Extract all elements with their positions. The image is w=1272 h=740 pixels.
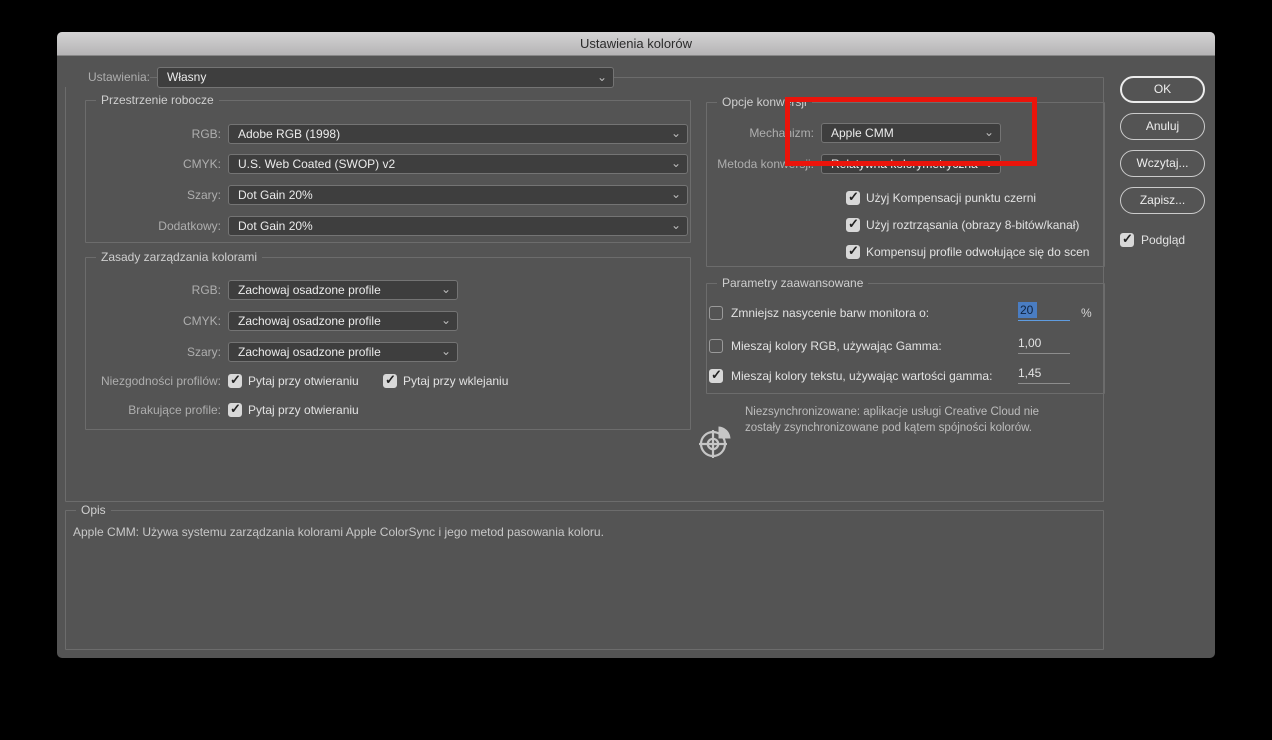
- blend-rgb-gamma-checkbox[interactable]: [709, 339, 723, 353]
- rgb-label: RGB:: [86, 124, 221, 144]
- working-gray-value: Dot Gain 20%: [238, 186, 313, 204]
- missing-ask-opening-label: Pytaj przy otwieraniu: [248, 403, 359, 418]
- policies-group: Zasady zarządzania kolorami RGB: Zachowa…: [85, 257, 691, 430]
- cmyk-label: CMYK:: [86, 154, 221, 174]
- missing-profiles-label: Brakujące profile:: [86, 403, 221, 418]
- black-point-compensation-checkbox[interactable]: ✓: [846, 191, 860, 205]
- working-spot-select[interactable]: Dot Gain 20% ⌄: [228, 216, 688, 236]
- percent-suffix: %: [1081, 306, 1092, 321]
- titlebar[interactable]: Ustawienia kolorów: [57, 32, 1215, 56]
- chevron-down-icon: ⌄: [441, 343, 451, 359]
- chevron-down-icon: ⌄: [441, 312, 451, 328]
- annotation-highlight-rectangle: [785, 97, 1037, 166]
- scene-referred-profiles-checkbox[interactable]: ✓: [846, 245, 860, 259]
- blend-text-gamma-checkbox[interactable]: ✓: [709, 369, 723, 383]
- sync-warning-line1: Niezsynchronizowane: aplikacje usługi Cr…: [745, 405, 1039, 421]
- advanced-legend: Parametry zaawansowane: [717, 276, 868, 291]
- policy-gray-value: Zachowaj osadzone profile: [238, 343, 381, 361]
- policy-cmyk-select[interactable]: Zachowaj osadzone profile ⌄: [228, 311, 458, 331]
- colorsync-icon: [698, 423, 736, 459]
- chevron-down-icon: ⌄: [441, 281, 451, 297]
- chevron-down-icon: ⌄: [671, 155, 681, 171]
- ask-when-opening-label: Pytaj przy otwieraniu: [248, 374, 359, 389]
- check-icon: ✓: [711, 367, 722, 383]
- dialog-title: Ustawienia kolorów: [580, 36, 692, 51]
- chevron-down-icon: ⌄: [597, 68, 607, 87]
- working-spaces-legend: Przestrzenie robocze: [96, 93, 219, 108]
- chevron-down-icon: ⌄: [671, 125, 681, 141]
- description-group: Opis Apple CMM: Używa systemu zarządzani…: [65, 510, 1104, 650]
- working-rgb-select[interactable]: Adobe RGB (1998) ⌄: [228, 124, 688, 144]
- check-icon: ✓: [385, 372, 396, 388]
- preview-checkbox[interactable]: ✓: [1120, 233, 1134, 247]
- load-button[interactable]: Wczytaj...: [1120, 150, 1205, 177]
- working-cmyk-value: U.S. Web Coated (SWOP) v2: [238, 155, 395, 173]
- policy-cmyk-label: CMYK:: [86, 311, 221, 331]
- desaturate-monitor-checkbox[interactable]: [709, 306, 723, 320]
- color-settings-dialog: Ustawienia kolorów Ustawienia: Własny ⌄ …: [57, 32, 1215, 658]
- cancel-button[interactable]: Anuluj: [1120, 113, 1205, 140]
- working-gray-select[interactable]: Dot Gain 20% ⌄: [228, 185, 688, 205]
- missing-ask-opening-checkbox[interactable]: ✓: [228, 403, 242, 417]
- settings-preset-value: Własny: [167, 68, 206, 87]
- save-button-label: Zapisz...: [1140, 193, 1185, 207]
- desaturate-amount-input[interactable]: 20: [1018, 303, 1070, 321]
- working-rgb-value: Adobe RGB (1998): [238, 125, 340, 143]
- ok-button-label: OK: [1154, 82, 1171, 96]
- gray-label: Szary:: [86, 185, 221, 205]
- chevron-down-icon: ⌄: [671, 217, 681, 233]
- use-dither-checkbox[interactable]: ✓: [846, 218, 860, 232]
- advanced-group: Parametry zaawansowane Zmniejsz nasyceni…: [706, 283, 1105, 394]
- check-icon: ✓: [848, 189, 859, 205]
- policy-gray-label: Szary:: [86, 342, 221, 362]
- policy-rgb-label: RGB:: [86, 280, 221, 300]
- cancel-button-label: Anuluj: [1146, 119, 1179, 133]
- ask-when-pasting-checkbox[interactable]: ✓: [383, 374, 397, 388]
- sync-warning-line2: zostały zsynchronizowane pod kątem spójn…: [745, 421, 1039, 437]
- policy-cmyk-value: Zachowaj osadzone profile: [238, 312, 381, 330]
- working-spot-value: Dot Gain 20%: [238, 217, 313, 235]
- ask-when-pasting-label: Pytaj przy wklejaniu: [403, 374, 508, 389]
- check-icon: ✓: [848, 243, 859, 259]
- ok-button[interactable]: OK: [1120, 76, 1205, 103]
- description-text: Apple CMM: Używa systemu zarządzania kol…: [73, 525, 604, 539]
- spot-label: Dodatkowy:: [86, 216, 221, 236]
- working-spaces-group: Przestrzenie robocze RGB: Adobe RGB (199…: [85, 100, 691, 243]
- check-icon: ✓: [1122, 231, 1133, 247]
- blend-text-gamma-input[interactable]: 1,45: [1018, 366, 1070, 384]
- policy-rgb-value: Zachowaj osadzone profile: [238, 281, 381, 299]
- sync-warning: Niezsynchronizowane: aplikacje usługi Cr…: [745, 405, 1039, 436]
- blend-rgb-gamma-label: Mieszaj kolory RGB, używając Gamma:: [731, 339, 942, 354]
- working-cmyk-select[interactable]: U.S. Web Coated (SWOP) v2 ⌄: [228, 154, 688, 174]
- settings-label: Ustawienia:: [57, 67, 150, 87]
- policy-gray-select[interactable]: Zachowaj osadzone profile ⌄: [228, 342, 458, 362]
- policy-rgb-select[interactable]: Zachowaj osadzone profile ⌄: [228, 280, 458, 300]
- blend-rgb-gamma-value: 1,00: [1018, 336, 1041, 350]
- blend-text-gamma-value: 1,45: [1018, 366, 1041, 380]
- check-icon: ✓: [230, 372, 241, 388]
- profile-mismatch-label: Niezgodności profilów:: [86, 374, 221, 389]
- check-icon: ✓: [230, 401, 241, 417]
- settings-preset-select[interactable]: Własny ⌄: [157, 67, 614, 88]
- check-icon: ✓: [848, 216, 859, 232]
- desaturate-amount-value: 20: [1018, 302, 1037, 318]
- use-dither-label: Użyj roztrząsania (obrazy 8-bitów/kanał): [866, 218, 1079, 233]
- desaturate-monitor-label: Zmniejsz nasycenie barw monitora o:: [731, 306, 929, 321]
- load-button-label: Wczytaj...: [1136, 156, 1188, 170]
- chevron-down-icon: ⌄: [671, 186, 681, 202]
- blend-text-gamma-label: Mieszaj kolory tekstu, używając wartości…: [731, 369, 992, 384]
- policies-legend: Zasady zarządzania kolorami: [96, 250, 262, 265]
- blend-rgb-gamma-input[interactable]: 1,00: [1018, 336, 1070, 354]
- ask-when-opening-checkbox[interactable]: ✓: [228, 374, 242, 388]
- description-legend: Opis: [76, 503, 111, 518]
- scene-referred-profiles-label: Kompensuj profile odwołujące się do scen: [866, 245, 1089, 260]
- preview-label: Podgląd: [1141, 233, 1185, 248]
- save-button[interactable]: Zapisz...: [1120, 187, 1205, 214]
- black-point-compensation-label: Użyj Kompensacji punktu czerni: [866, 191, 1036, 206]
